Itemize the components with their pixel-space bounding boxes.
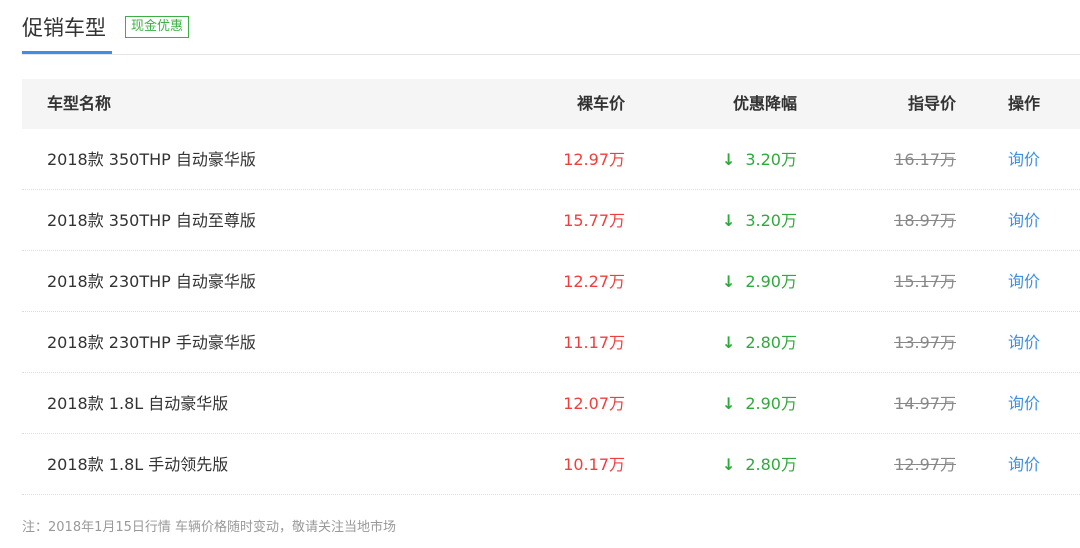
discount-value: 2.80万 [745, 333, 797, 352]
discount-cell: ↓ 3.20万 [722, 190, 797, 252]
discount-cell: ↓ 2.90万 [722, 251, 797, 313]
inquire-link[interactable]: 询价 [1008, 312, 1040, 374]
discount-value: 2.80万 [745, 455, 797, 474]
table-row: 2018款 350THP 自动豪华版 12.97万 ↓ 3.20万 16.17万 … [22, 129, 1080, 190]
discount-value: 3.20万 [745, 150, 797, 169]
cash-discount-badge: 现金优惠 [125, 16, 190, 38]
down-arrow-icon: ↓ [721, 211, 736, 230]
discount-value: 2.90万 [745, 272, 797, 291]
title-underline [22, 51, 112, 54]
discount-value: 3.20万 [745, 211, 797, 230]
discount-cell: ↓ 2.90万 [722, 373, 797, 435]
net-price: 11.17万 [563, 333, 625, 352]
table-row: 2018款 1.8L 自动豪华版 12.07万 ↓ 2.90万 14.97万 询价 [22, 373, 1080, 434]
down-arrow-icon: ↓ [721, 272, 736, 291]
discount-cell: ↓ 3.20万 [722, 129, 797, 191]
down-arrow-icon: ↓ [721, 333, 736, 352]
guide-price: 16.17万 [894, 150, 956, 169]
guide-price: 18.97万 [894, 211, 956, 230]
model-name: 2018款 1.8L 自动豪华版 [47, 394, 229, 413]
col-header-discount: 优惠降幅 [732, 94, 797, 113]
inquire-link[interactable]: 询价 [1008, 434, 1040, 496]
table-row: 2018款 350THP 自动至尊版 15.77万 ↓ 3.20万 18.97万 … [22, 190, 1080, 251]
price-disclaimer-note: 注：2018年1月15日行情 车辆价格随时变动，敬请关注当地市场 [22, 520, 397, 535]
model-name: 2018款 350THP 自动至尊版 [47, 211, 256, 230]
discount-cell: ↓ 2.80万 [722, 312, 797, 374]
inquire-link[interactable]: 询价 [1008, 373, 1040, 435]
model-name: 2018款 1.8L 手动领先版 [47, 455, 229, 474]
guide-price: 15.17万 [894, 272, 956, 291]
down-arrow-icon: ↓ [721, 455, 736, 474]
col-header-guide: 指导价 [907, 94, 956, 113]
guide-price: 14.97万 [894, 394, 956, 413]
net-price: 15.77万 [563, 211, 625, 230]
guide-price: 13.97万 [894, 333, 956, 352]
down-arrow-icon: ↓ [721, 394, 736, 413]
discount-cell: ↓ 2.80万 [722, 434, 797, 496]
net-price: 12.97万 [563, 150, 625, 169]
discount-value: 2.90万 [745, 394, 797, 413]
inquire-link[interactable]: 询价 [1008, 251, 1040, 313]
model-name: 2018款 230THP 手动豪华版 [47, 333, 256, 352]
net-price: 12.07万 [563, 394, 625, 413]
down-arrow-icon: ↓ [721, 150, 736, 169]
guide-price: 12.97万 [894, 455, 956, 474]
col-header-action: 操作 [1008, 94, 1041, 113]
net-price: 10.17万 [563, 455, 625, 474]
section-header: 促销车型 现金优惠 [22, 0, 1080, 55]
table-header: 车型名称 裸车价 优惠降幅 指导价 操作 [22, 79, 1080, 129]
table-row: 2018款 230THP 手动豪华版 11.17万 ↓ 2.80万 13.97万 … [22, 312, 1080, 373]
model-name: 2018款 230THP 自动豪华版 [47, 272, 256, 291]
table-row: 2018款 230THP 自动豪华版 12.27万 ↓ 2.90万 15.17万 … [22, 251, 1080, 312]
table-row: 2018款 1.8L 手动领先版 10.17万 ↓ 2.80万 12.97万 询价 [22, 434, 1080, 495]
inquire-link[interactable]: 询价 [1008, 129, 1040, 191]
section-title: 促销车型 [22, 16, 106, 40]
net-price: 12.27万 [563, 272, 625, 291]
model-name: 2018款 350THP 自动豪华版 [47, 150, 256, 169]
col-header-name: 车型名称 [47, 94, 112, 113]
col-header-price: 裸车价 [576, 94, 625, 113]
promo-models-table: 车型名称 裸车价 优惠降幅 指导价 操作 2018款 350THP 自动豪华版 … [22, 79, 1080, 495]
inquire-link[interactable]: 询价 [1008, 190, 1040, 252]
